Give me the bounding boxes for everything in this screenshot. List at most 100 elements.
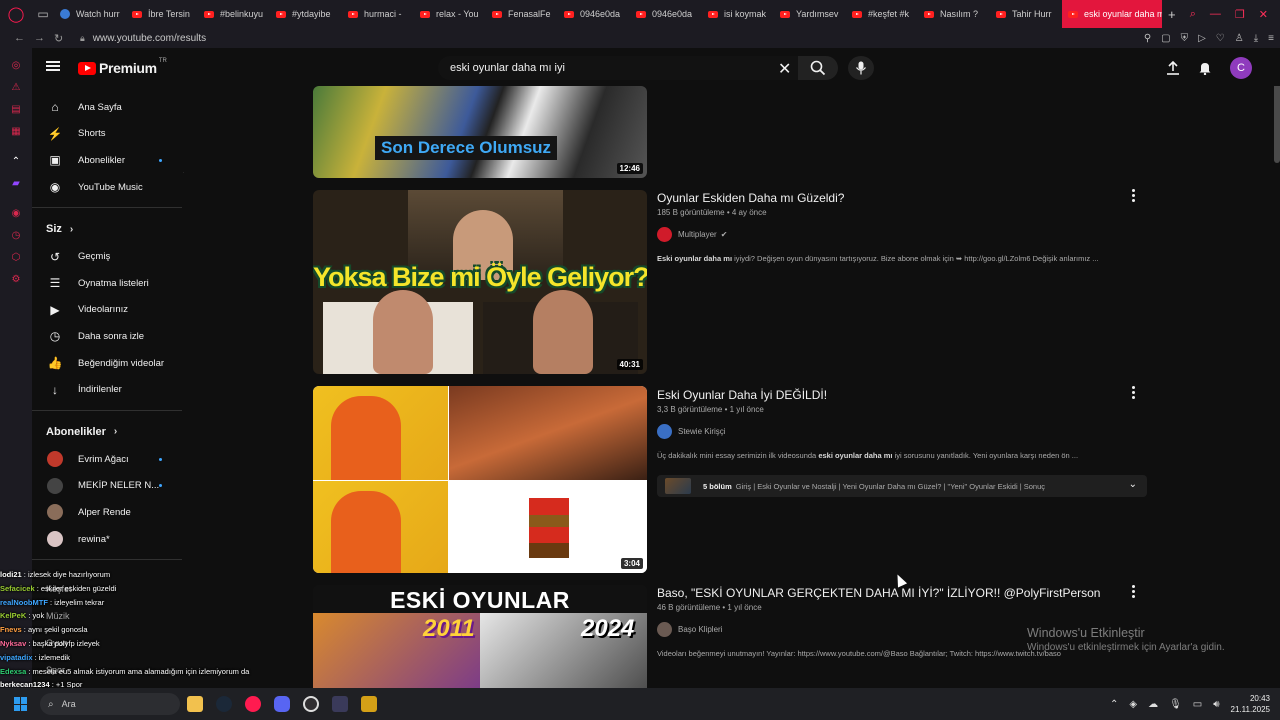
profile-icon[interactable]: ♙ [1235, 33, 1244, 44]
tray-network-icon[interactable]: ▭ [1193, 699, 1202, 710]
upload-icon[interactable] [1166, 61, 1180, 75]
sidebar-history-icon[interactable]: ◷ [8, 224, 24, 246]
url-field[interactable]: www.youtube.com/results [93, 33, 206, 44]
channel-link[interactable]: Başo Klipleri [657, 622, 722, 637]
result-thumbnail[interactable]: Son Derece Olumsuz 12:46 [313, 86, 647, 178]
tray-overflow-icon[interactable]: ⌃ [1110, 699, 1118, 710]
channel-name[interactable]: Stewie Kirişçi [678, 427, 726, 436]
guide-item[interactable]: ◉ YouTube Music [32, 174, 184, 201]
download-icon[interactable]: ⤓ [1254, 33, 1258, 44]
channel-name[interactable]: Başo Klipleri [678, 625, 722, 634]
tray-volume-icon[interactable]: 🔊︎ [1213, 699, 1219, 710]
sidebar-extensions-icon[interactable]: ⬡ [8, 246, 24, 268]
tab-active[interactable]: eski oyunlar daha mı ✕ [1062, 0, 1162, 28]
taskbar-discord-icon[interactable] [268, 690, 296, 718]
shield-icon[interactable]: ⛨ [1181, 33, 1189, 44]
result-thumbnail[interactable]: Yoksa Bize mi Öyle Geliyor? 40:31 [313, 190, 647, 374]
notifications-bell-icon[interactable] [1198, 61, 1212, 75]
guide-item[interactable]: ↓ İndirilenler [32, 376, 184, 403]
video-title[interactable]: Eski Oyunlar Daha İyi DEĞİLDİ! [657, 388, 827, 402]
sidebar-gx-icon[interactable]: ◎ [8, 54, 24, 76]
sidebar-settings-icon[interactable]: ⚙ [8, 268, 24, 290]
subscription-item[interactable]: Evrim Ağacı [32, 446, 184, 473]
player-icon[interactable]: ▷ [1198, 33, 1206, 44]
browser-tab[interactable]: Nasılım ? [918, 0, 990, 28]
account-avatar[interactable]: C [1230, 57, 1252, 79]
guide-you-heading[interactable]: Siz › [32, 215, 184, 243]
guide-item[interactable]: ☰ Oynatma listeleri [32, 270, 184, 297]
search-input[interactable] [438, 62, 758, 74]
subscription-item[interactable]: MEKİP NELER N... [32, 473, 184, 500]
browser-tab[interactable]: Yardımsev [774, 0, 846, 28]
channel-link[interactable]: Multiplayer ✔ [657, 227, 727, 242]
clear-search-icon[interactable]: ✕ [778, 59, 791, 79]
forward-button[interactable]: → [34, 32, 50, 44]
browser-tab[interactable]: #keşfet #k [846, 0, 918, 28]
guide-item[interactable]: ⚡ Shorts [32, 121, 184, 148]
lock-icon[interactable]: 🔒︎ [80, 33, 85, 44]
workspaces-icon[interactable]: ▭ [32, 0, 54, 28]
subscription-item[interactable]: Alper Rende [32, 499, 184, 526]
taskbar-app-icon[interactable] [326, 690, 354, 718]
browser-tab[interactable]: İbre Tersin [126, 0, 198, 28]
browser-tab[interactable]: 0946e0da [558, 0, 630, 28]
browser-tab[interactable]: relax - You [414, 0, 486, 28]
heart-icon[interactable]: ♡ [1216, 33, 1225, 44]
voice-search-button[interactable] [848, 56, 874, 80]
camera-icon[interactable]: ▢ [1161, 33, 1170, 44]
video-title[interactable]: Baso, "ESKİ OYUNLAR GERÇEKTEN DAHA MI İY… [657, 586, 1100, 600]
scrollbar[interactable] [1274, 73, 1280, 163]
hamburger-menu-icon[interactable] [46, 59, 60, 73]
channel-link[interactable]: Stewie Kirişçi [657, 424, 726, 439]
search-tabs-icon[interactable]: ⌕ [1190, 8, 1196, 21]
browser-tab[interactable]: isi koymak [702, 0, 774, 28]
more-actions-icon[interactable] [1129, 386, 1137, 399]
browser-tab[interactable]: FenasalFe [486, 0, 558, 28]
taskbar-app2-icon[interactable] [355, 690, 383, 718]
minimize-button[interactable]: — [1210, 8, 1221, 20]
browser-tab[interactable]: 0946e0da [630, 0, 702, 28]
tray-app-icon[interactable]: ◈ [1129, 699, 1137, 710]
sidebar-aria-icon[interactable]: ⌃ [8, 150, 24, 172]
guide-item[interactable]: ⌂ Ana Sayfa [32, 94, 184, 121]
result-thumbnail[interactable]: ESKİ OYUNLAR 2011 2024 [313, 585, 647, 688]
chevron-down-icon[interactable]: ⌄ [1129, 479, 1137, 490]
collapse-arrow-icon[interactable]: ⌃ [182, 170, 184, 179]
opera-gx-logo-icon[interactable]: ◯ [0, 0, 32, 28]
result-thumbnail[interactable]: 3:04 [313, 386, 647, 573]
new-tab-button[interactable]: + [1168, 7, 1176, 22]
channel-avatar[interactable] [657, 424, 672, 439]
tray-mic-icon[interactable]: 🎙︎ [1169, 699, 1182, 710]
taskbar-file-explorer-icon[interactable] [181, 690, 209, 718]
tray-cloud-icon[interactable]: ☁ [1148, 699, 1158, 710]
pin-icon[interactable]: ⚲ [1144, 33, 1151, 44]
sidebar-shop-icon[interactable]: ▦ [8, 120, 24, 142]
clock[interactable]: 20:43 21.11.2025 [1231, 693, 1270, 715]
guide-item[interactable]: ◷ Daha sonra izle [32, 323, 184, 350]
more-actions-icon[interactable] [1129, 189, 1137, 202]
chapters-bar[interactable]: 5 bölüm Giriş | Eski Oyunlar ve Nostalji… [657, 475, 1147, 497]
channel-name[interactable]: Multiplayer [678, 230, 717, 239]
guide-item[interactable]: 👍 Beğendiğim videolar [32, 350, 184, 377]
menu-icon[interactable]: ≡ [1268, 33, 1274, 44]
browser-tab[interactable]: Watch hurr [54, 0, 126, 28]
sidebar-messages-icon[interactable]: ▤ [8, 98, 24, 120]
taskbar-steam-icon[interactable] [210, 690, 238, 718]
youtube-premium-logo[interactable]: Premium TR [78, 58, 167, 76]
taskbar-search[interactable]: ⌕ Ara [40, 693, 180, 715]
sidebar-player-icon[interactable]: ◉ [8, 202, 24, 224]
sidebar-twitch-icon[interactable]: ▰ [8, 172, 24, 194]
close-window-button[interactable]: ✕ [1259, 8, 1268, 21]
sidebar-corner-icon[interactable]: ⚠ [8, 76, 24, 98]
channel-avatar[interactable] [657, 622, 672, 637]
browser-tab[interactable]: #ytdayibe [270, 0, 342, 28]
taskbar-opera-gx-icon[interactable] [239, 690, 267, 718]
reload-button[interactable]: ↻ [54, 32, 70, 45]
back-button[interactable]: ← [14, 32, 30, 44]
browser-tab[interactable]: hurmaci - [342, 0, 414, 28]
browser-tab[interactable]: Tahir Hurr [990, 0, 1062, 28]
guide-subs-heading[interactable]: Abonelikler › [32, 418, 184, 446]
guide-item[interactable]: ▶ Videolarınız [32, 297, 184, 324]
maximize-button[interactable]: ❐ [1235, 8, 1245, 21]
guide-item[interactable]: ▣ Abonelikler [32, 147, 184, 174]
